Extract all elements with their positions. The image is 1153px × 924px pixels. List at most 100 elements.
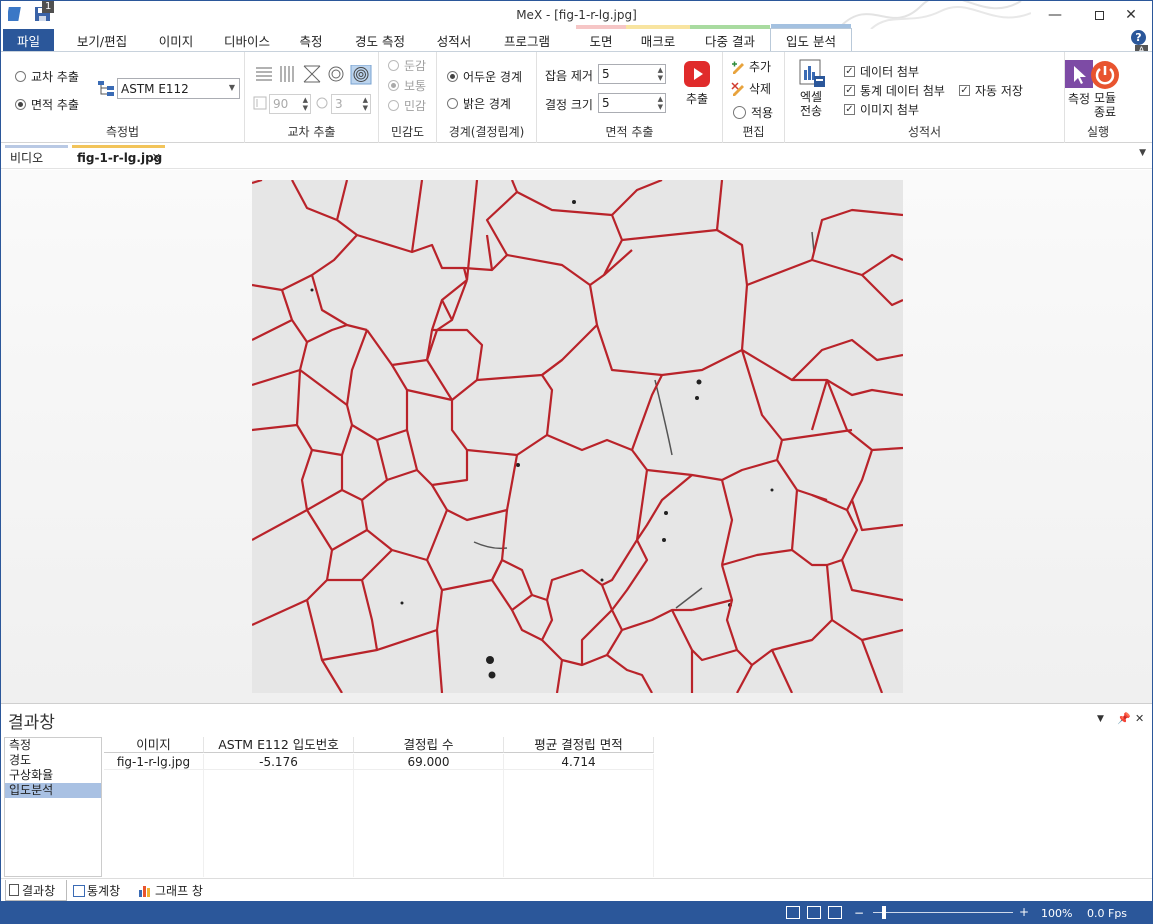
radio-dot (388, 100, 399, 111)
doc-tab-image[interactable]: fig-1-r-lg.jpg ✕ (72, 145, 165, 167)
list-item-hardness[interactable]: 경도 (5, 753, 101, 768)
fit-window-icon[interactable] (786, 906, 800, 919)
radio-dot (15, 99, 26, 110)
tab-list-chevron-icon[interactable]: ▼ (1139, 148, 1146, 158)
bottom-tab-statistics[interactable]: 통계창 (73, 880, 120, 901)
horizontal-lines-icon (256, 67, 272, 81)
tab-drawing[interactable]: 도면 (576, 25, 626, 51)
zoom-in-button[interactable]: + (1019, 905, 1029, 919)
tab-view-edit[interactable]: 보기/편집 (54, 29, 150, 51)
angle-stepper[interactable]: 90 ▲ ▼ (269, 94, 311, 114)
results-bottom-tabs: 결과창 통계창 그래프 창 (1, 878, 1152, 902)
excel-chart-icon (799, 59, 825, 87)
radio-bright-boundary[interactable]: 밝은 경계 (447, 95, 511, 112)
column-header-grain-number[interactable]: ASTM E112 입도번호 (204, 737, 354, 753)
tab-file[interactable]: 파일 (3, 29, 54, 51)
radio-dull[interactable]: 둔감 (388, 57, 426, 74)
noise-stepper[interactable]: 5 ▲ ▼ (598, 64, 666, 84)
tab-grain-analysis[interactable]: 입도 분석 (770, 24, 852, 51)
excel-send-button[interactable]: 엑셀 전송 (791, 58, 831, 118)
table-cell-mean-area[interactable]: 4.714 (504, 754, 654, 770)
title-ornament (840, 1, 1031, 29)
zoom-out-button[interactable]: − (854, 906, 864, 920)
add-button[interactable]: 추가 (731, 58, 771, 75)
doc-tab-image-label: fig-1-r-lg.jpg (77, 150, 163, 165)
delete-button[interactable]: 삭제 (731, 80, 771, 97)
group-run-label: 실행 (1086, 125, 1110, 139)
column-divider (203, 770, 204, 877)
radio-dark-boundary[interactable]: 어두운 경계 (447, 68, 522, 85)
grain-size-label: 결정 크기 (545, 98, 593, 112)
column-header-image[interactable]: 이미지 (104, 737, 204, 753)
checkbox-attach-stats[interactable]: ✓ 통계 데이터 첨부 (844, 82, 945, 99)
radio-dot (388, 60, 399, 71)
actual-size-icon[interactable] (828, 906, 842, 919)
help-icon[interactable]: ? (1131, 30, 1146, 45)
angle-icon (253, 96, 267, 110)
radio-area[interactable]: 면적 추출 (15, 96, 79, 113)
tab-macro[interactable]: 매크로 (626, 25, 690, 51)
module-exit-button[interactable]: 모듈 종료 (1085, 60, 1125, 122)
app-window: 1 MeX - [fig-1-r-lg.jpg] — ✕ 파일 보기/편집 이미… (0, 0, 1153, 924)
stepper-arrows-icon: ▲ ▼ (362, 96, 368, 112)
extract-button[interactable]: 추출 (677, 60, 717, 106)
tab-device[interactable]: 디바이스 (202, 29, 292, 51)
doc-tab-video[interactable]: 비디오 (5, 145, 68, 167)
zoom-slider-track[interactable] (873, 912, 1013, 913)
micrograph-image[interactable] (252, 180, 903, 693)
pin-icon[interactable]: 📌 (1117, 712, 1131, 725)
radio-sensitive[interactable]: 민감 (388, 97, 426, 114)
list-item-nodularity[interactable]: 구상화율 (5, 768, 101, 783)
table-cell-image[interactable]: fig-1-r-lg.jpg (104, 754, 204, 770)
excel-send-label-1: 엑셀 (799, 90, 823, 104)
image-viewport[interactable] (1, 170, 1152, 703)
fit-width-icon[interactable] (807, 906, 821, 919)
grain-size-stepper[interactable]: 5 ▲ ▼ (598, 93, 666, 113)
list-item-grain-analysis[interactable]: 입도분석 (5, 783, 101, 798)
minimize-button[interactable]: — (1033, 1, 1077, 29)
checkbox-check-icon: ✓ (844, 104, 855, 115)
close-tab-icon[interactable]: ✕ (152, 151, 161, 164)
ribbon-tabs: 파일 보기/편집 이미지 디바이스 측정 경도 측정 성적서 프로그램 도면 매… (1, 24, 1152, 57)
panel-menu-chevron-icon[interactable]: ▼ (1097, 714, 1104, 724)
table-cell-grain-number[interactable]: -5.176 (204, 754, 354, 770)
table-cell-grain-count[interactable]: 69.000 (354, 754, 504, 770)
column-header-grain-count[interactable]: 결정립 수 (354, 737, 504, 753)
column-divider (503, 770, 504, 877)
group-report: 엑셀 전송 ✓ 데이터 첨부 ✓ 통계 데이터 첨부 ✓ 이미지 첨부 ✓ 자동 저장 … (785, 52, 1065, 143)
zoom-level: 100% (1041, 907, 1073, 920)
cross-lines-icon (303, 65, 321, 83)
tab-hardness[interactable]: 경도 측정 (330, 29, 430, 51)
zoom-slider-thumb[interactable] (882, 906, 886, 919)
radio-normal[interactable]: 보통 (388, 77, 426, 94)
apply-button-label: 적용 (751, 106, 774, 120)
bottom-tab-results[interactable]: 결과창 (5, 880, 67, 901)
count-icon (316, 97, 328, 109)
group-boundary: 어두운 경계 밝은 경계 경계(결정립계) (437, 52, 537, 143)
close-button[interactable]: ✕ (1109, 1, 1152, 29)
tab-report[interactable]: 성적서 (430, 29, 478, 51)
doc-tab-video-label: 비디오 (10, 151, 44, 165)
tab-multi-result[interactable]: 다중 결과 (690, 25, 770, 51)
add-button-label: 추가 (749, 60, 772, 74)
count-stepper[interactable]: 3 ▲ ▼ (331, 94, 371, 114)
radio-dot (388, 80, 399, 91)
checkbox-attach-image[interactable]: ✓ 이미지 첨부 (844, 101, 919, 118)
tab-grain-analysis-label: 입도 분석 (786, 33, 836, 49)
bottom-tab-graph[interactable]: 그래프 창 (138, 880, 203, 901)
column-header-mean-area[interactable]: 평균 결정립 면적 (504, 737, 654, 753)
tab-image[interactable]: 이미지 (150, 29, 202, 51)
radio-intercept[interactable]: 교차 추출 (15, 68, 79, 85)
standard-select[interactable]: ASTM E112 ▼ (117, 78, 240, 99)
minimize-icon: — (1048, 7, 1062, 23)
tab-program[interactable]: 프로그램 (478, 29, 576, 51)
checkbox-auto-save[interactable]: ✓ 자동 저장 (959, 82, 1023, 99)
list-item-measure[interactable]: 측정 (5, 738, 101, 753)
group-sensitivity-label: 민감도 (390, 125, 425, 139)
grain-size-value: 5 (602, 96, 610, 110)
bottom-tab-results-label: 결과창 (22, 883, 56, 898)
checkbox-attach-data[interactable]: ✓ 데이터 첨부 (844, 63, 919, 80)
panel-close-icon[interactable]: ✕ (1135, 712, 1144, 725)
apply-button[interactable]: 적용 (733, 104, 773, 121)
tab-measure[interactable]: 측정 (292, 29, 330, 51)
